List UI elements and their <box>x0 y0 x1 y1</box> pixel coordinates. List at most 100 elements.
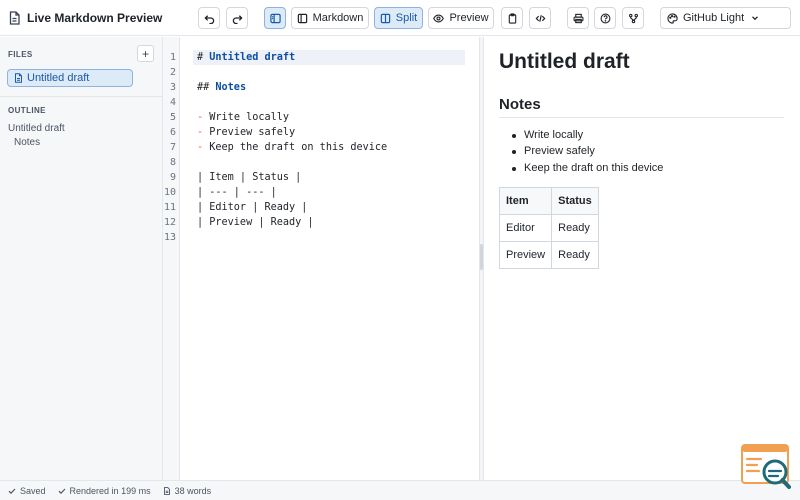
table-row: Editor Ready <box>498 214 599 242</box>
table-header-cell: Status <box>551 187 599 215</box>
line-number: 1 <box>169 52 176 63</box>
status-words-text: 38 words <box>174 485 212 496</box>
chevron-down-icon <box>752 16 759 21</box>
redo-button[interactable] <box>226 7 248 29</box>
line-number: 12 <box>163 217 176 228</box>
line-number: 3 <box>169 82 176 93</box>
app-logo-icon <box>741 444 791 489</box>
status-words: 38 words <box>163 485 212 496</box>
preview-view-label: Preview <box>449 11 489 24</box>
bullet-text: Preview safely <box>209 127 296 138</box>
theme-select[interactable]: GitHub Light <box>660 7 791 29</box>
line-number-gutter: 1 2 3 4 5 6 7 8 9 10 11 12 13 <box>163 37 180 480</box>
files-heading: FILES <box>8 50 33 59</box>
preview-view-button[interactable]: Preview <box>428 7 494 29</box>
table-cell: Ready <box>551 241 599 269</box>
preview-list-item: Keep the draft on this device <box>524 162 664 174</box>
code-line: | Editor | Ready | <box>197 202 308 213</box>
file-item-untitled-draft[interactable]: Untitled draft <box>7 69 133 87</box>
share-icon <box>628 13 638 23</box>
line-number: 11 <box>163 202 176 213</box>
heading-text: Notes <box>215 82 247 93</box>
redo-icon <box>232 14 243 24</box>
document-icon <box>163 486 170 495</box>
status-saved-text: Saved <box>20 485 46 496</box>
split-view-label: Split <box>395 11 418 24</box>
preview-pane: Untitled draft Notes Write locally Previ… <box>484 37 800 480</box>
line-number: 6 <box>169 127 176 138</box>
undo-button[interactable] <box>198 7 220 29</box>
bullet-marker: - <box>197 142 210 153</box>
toggle-sidebar-button[interactable] <box>264 7 286 29</box>
palette-icon <box>667 12 678 24</box>
preview-h1: Untitled draft <box>499 50 630 73</box>
sidebar-divider <box>0 96 162 97</box>
status-bar: Saved Rendered in 199 ms 38 words <box>0 480 800 500</box>
outline-item-h2[interactable]: Notes <box>14 137 40 148</box>
bullet-text: Keep the draft on this device <box>209 142 388 153</box>
check-icon <box>58 488 65 494</box>
outline-item-h1[interactable]: Untitled draft <box>8 123 65 134</box>
add-file-button[interactable]: + <box>137 45 154 62</box>
code-line: | --- | --- | <box>197 187 277 198</box>
line-number: 5 <box>169 112 176 123</box>
code-line: - Preview safely <box>197 125 295 140</box>
preview-list-item: Preview safely <box>524 145 595 157</box>
line-number: 9 <box>169 172 176 183</box>
print-button[interactable] <box>567 7 589 29</box>
code-line: | Item | Status | <box>197 172 302 183</box>
resize-grip[interactable] <box>480 244 483 270</box>
line-number: 2 <box>169 67 176 78</box>
line-number: 8 <box>169 157 176 168</box>
sidebar-toggle-icon <box>269 13 281 23</box>
printer-icon <box>573 13 583 23</box>
bullet-marker: - <box>197 127 210 138</box>
status-rendered-text: Rendered in 199 ms <box>69 485 151 496</box>
outline-heading: OUTLINE <box>8 106 46 115</box>
status-saved: Saved <box>8 486 46 496</box>
code-line: ## Notes <box>197 80 246 95</box>
editor-pane-icon <box>297 13 307 23</box>
split-view-icon <box>380 13 391 23</box>
code-line: - Write locally <box>197 110 289 125</box>
table-cell: Ready <box>551 214 599 242</box>
bullet-dot <box>512 134 516 138</box>
bullet-text: Write locally <box>209 112 290 123</box>
preview-table: Item Status Editor Ready Preview Ready <box>498 187 599 269</box>
bullet-marker: - <box>197 112 210 123</box>
line-number: 10 <box>163 187 176 198</box>
markdown-view-label: Markdown <box>312 11 364 24</box>
heading-marker: ## <box>197 82 216 93</box>
check-icon <box>8 488 16 494</box>
document-icon <box>9 11 20 25</box>
table-cell: Editor <box>498 214 553 242</box>
markdown-editor[interactable]: 1 2 3 4 5 6 7 8 9 10 11 12 13 # Untitled… <box>163 37 480 480</box>
split-view-button[interactable]: Split <box>374 7 423 29</box>
line-number: 4 <box>169 97 176 108</box>
copy-markdown-button[interactable] <box>501 7 523 29</box>
table-row: Preview Ready <box>498 241 599 269</box>
eye-icon <box>433 14 445 22</box>
export-html-button[interactable] <box>529 7 551 29</box>
sidebar: FILES + Untitled draft OUTLINE Untitled … <box>0 37 163 480</box>
app-title: Live Markdown Preview <box>27 11 163 25</box>
status-rendered: Rendered in 199 ms <box>58 486 151 496</box>
file-icon <box>15 73 22 83</box>
line-number: 7 <box>169 142 176 153</box>
line-number: 13 <box>163 232 176 243</box>
table-header-cell: Item <box>498 187 553 215</box>
bullet-dot <box>512 150 516 154</box>
help-button[interactable] <box>594 7 616 29</box>
clipboard-icon <box>508 12 516 24</box>
heading-marker: # <box>197 52 210 63</box>
code-icon <box>535 14 545 22</box>
plus-icon: + <box>141 46 149 61</box>
preview-list-item: Write locally <box>524 129 584 141</box>
preview-h2: Notes <box>499 96 541 113</box>
share-button[interactable] <box>622 7 644 29</box>
markdown-view-button[interactable]: Markdown <box>291 7 369 29</box>
bullet-dot <box>512 167 516 171</box>
table-header-row: Item Status <box>498 187 599 215</box>
code-line: | Preview | Ready | <box>197 217 314 228</box>
file-item-label: Untitled draft <box>27 72 90 84</box>
